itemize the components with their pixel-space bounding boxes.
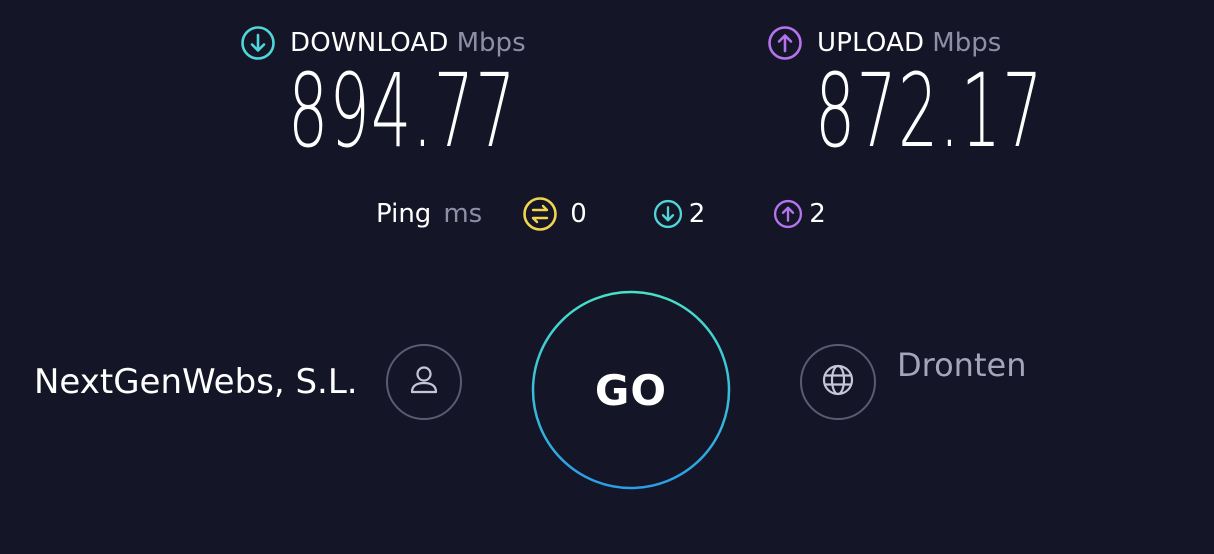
user-icon xyxy=(404,360,444,404)
ping-download[interactable]: 2 xyxy=(653,199,706,229)
ping-upload[interactable]: 2 xyxy=(773,199,826,229)
change-provider-button[interactable] xyxy=(386,344,462,420)
server-name: Dronten xyxy=(897,346,1027,384)
speedtest-panel: DOWNLOAD Mbps 894.77 UPLOAD Mbps 872.17 … xyxy=(0,0,1214,554)
globe-icon xyxy=(818,360,858,404)
arrow-down-circle-icon xyxy=(653,199,683,229)
ping-idle-value: 0 xyxy=(570,199,587,229)
ping-idle[interactable]: 0 xyxy=(522,196,587,232)
ping-download-value: 2 xyxy=(688,199,706,229)
go-button[interactable]: GO xyxy=(531,290,731,490)
ping-row: Ping ms 0 2 2 xyxy=(376,194,826,234)
download-speed-value: 894.77 xyxy=(288,52,517,171)
ping-unit: ms xyxy=(443,199,483,229)
upload-speed-value: 872.17 xyxy=(815,52,1044,171)
arrow-down-circle-icon xyxy=(240,25,276,61)
ping-upload-value: 2 xyxy=(809,199,826,229)
arrow-up-circle-icon xyxy=(773,199,803,229)
ping-label: Ping xyxy=(376,199,432,229)
change-server-button[interactable] xyxy=(800,344,876,420)
arrow-up-circle-icon xyxy=(767,25,803,61)
idle-latency-icon xyxy=(522,196,558,232)
isp-name: NextGenWebs, S.L. xyxy=(34,362,358,402)
go-label: GO xyxy=(594,365,668,415)
